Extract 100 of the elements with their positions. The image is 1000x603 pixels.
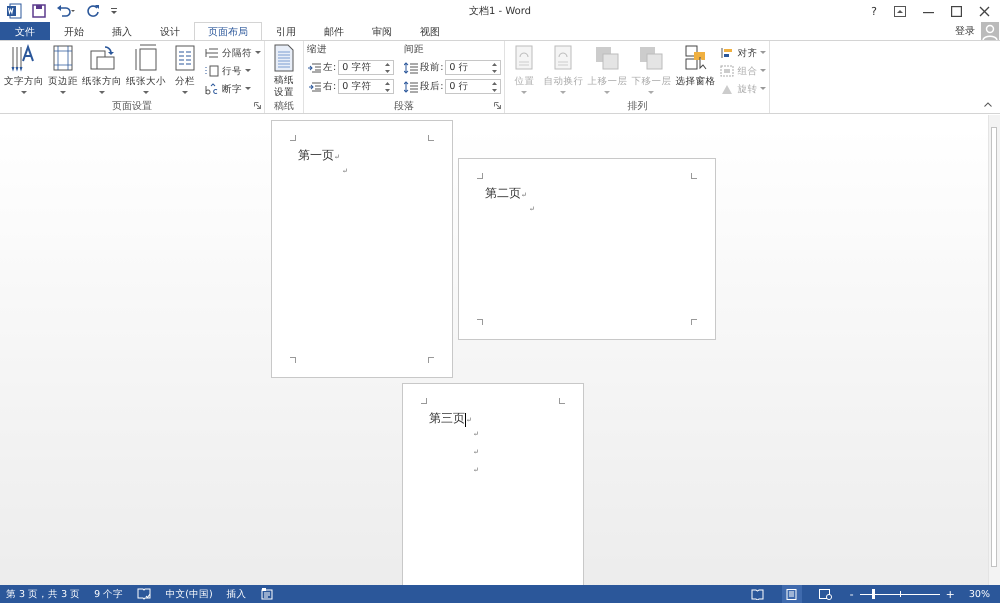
- page-text: 第二页: [485, 185, 521, 202]
- collapse-ribbon-icon[interactable]: [984, 102, 992, 107]
- group-label: 段落: [394, 100, 414, 113]
- indent-left-icon: [307, 62, 321, 72]
- caret-icon: [245, 87, 251, 91]
- caret-icon: [21, 91, 27, 95]
- zoom-level[interactable]: 30%: [968, 588, 990, 600]
- spinner-arrows-icon[interactable]: [492, 62, 498, 74]
- spin-field[interactable]: 0 行: [445, 60, 502, 75]
- spinner-arrows-icon[interactable]: [492, 80, 498, 92]
- indent-heading: 缩进: [307, 43, 328, 57]
- ribbon-tab[interactable]: 插入: [98, 22, 146, 40]
- caret-icon: [143, 91, 149, 95]
- caret-icon: [760, 51, 766, 55]
- ribbon-button[interactable]: 断字: [205, 81, 261, 97]
- spacing-before-icon: [404, 62, 418, 74]
- spinner-arrows-icon[interactable]: [385, 80, 390, 92]
- ribbon-tab[interactable]: 设计: [146, 22, 194, 40]
- crop-mark-icon: [421, 398, 427, 404]
- crop-mark-icon: [477, 319, 483, 325]
- dialog-launcher-icon[interactable]: [254, 102, 261, 109]
- ribbon-button[interactable]: 行号: [205, 63, 261, 79]
- caret-icon: [560, 91, 566, 95]
- line-numbers-icon: [205, 65, 219, 77]
- field-label: 左:: [323, 61, 336, 74]
- group-label: 稿纸: [274, 100, 294, 113]
- word-count[interactable]: 9 个字: [94, 588, 124, 600]
- undo-icon[interactable]: [56, 4, 76, 18]
- ribbon-tab[interactable]: 邮件: [310, 22, 358, 40]
- view-icon: [751, 588, 764, 600]
- close-icon[interactable]: [979, 6, 990, 16]
- ribbon-tab[interactable]: 引用: [262, 22, 310, 40]
- crop-mark-icon: [477, 173, 483, 179]
- indent-right-icon: [307, 82, 321, 92]
- group-label: 排列: [627, 100, 648, 113]
- crop-mark-icon: [428, 357, 434, 363]
- zoom-out-button[interactable]: -: [850, 588, 854, 600]
- word-logo-icon[interactable]: [6, 3, 22, 19]
- caret-icon: [760, 87, 766, 91]
- ribbon-button[interactable]: 选择窗格: [674, 43, 716, 99]
- maximize-icon[interactable]: [951, 6, 962, 16]
- help-button[interactable]: ?: [871, 4, 877, 18]
- spin-field[interactable]: 0 字符: [338, 79, 394, 94]
- crop-mark-icon: [290, 135, 296, 141]
- print-layout-button[interactable]: [782, 585, 802, 603]
- field-label: 右:: [323, 80, 336, 93]
- insert-mode[interactable]: 插入: [226, 588, 247, 600]
- caret-icon: [182, 91, 188, 95]
- ribbon-tab[interactable]: 审阅: [358, 22, 406, 40]
- ribbon-button[interactable]: 纸张大小: [125, 43, 167, 99]
- ribbon-tab[interactable]: 视图: [406, 22, 454, 40]
- caret-icon: [521, 91, 528, 95]
- ribbon-tab[interactable]: 页面布局: [194, 22, 262, 40]
- zoom-in-button[interactable]: +: [946, 588, 955, 600]
- zoom-slider[interactable]: [860, 589, 940, 599]
- field-label: 段后:: [420, 80, 444, 93]
- crop-mark-icon: [428, 135, 434, 141]
- ribbon-button[interactable]: 分隔符: [205, 45, 261, 61]
- group-label: 页面设置: [112, 100, 152, 113]
- spinner-arrows-icon[interactable]: [385, 62, 390, 74]
- sign-in-link[interactable]: 登录: [955, 22, 975, 40]
- language-indicator[interactable]: 中文(中国): [165, 588, 213, 600]
- spin-field[interactable]: 0 行: [445, 79, 502, 94]
- page-count[interactable]: 第 3 页，共 3 页: [6, 588, 80, 600]
- customize-caret-icon[interactable]: [110, 6, 118, 16]
- file-tab[interactable]: 文件: [0, 22, 50, 40]
- zoom-slider-thumb[interactable]: [872, 589, 875, 599]
- crop-mark-icon: [691, 319, 697, 325]
- caret-icon: [255, 51, 261, 55]
- align-icon: [720, 47, 734, 59]
- caret-icon: [648, 91, 654, 95]
- spacing-after-icon: [404, 80, 418, 92]
- view-icon: [819, 588, 832, 600]
- crop-mark-icon: [559, 398, 565, 404]
- ribbon-display-icon[interactable]: [894, 6, 906, 16]
- ribbon-tab[interactable]: 开始: [50, 22, 98, 40]
- caret-icon: [245, 69, 251, 73]
- vertical-scrollbar[interactable]: [988, 115, 1000, 585]
- spin-field[interactable]: 0 字符: [338, 60, 394, 75]
- macro-recording-icon[interactable]: [260, 588, 273, 600]
- redo-icon[interactable]: [86, 4, 100, 18]
- proofing-book-icon[interactable]: [137, 588, 152, 600]
- ribbon-button[interactable]: 对齐: [720, 45, 766, 61]
- dialog-launcher-icon[interactable]: [494, 102, 502, 109]
- ribbon-button[interactable]: 稿纸设置: [268, 43, 300, 99]
- rotate-icon: [720, 83, 734, 95]
- caret-icon: [60, 91, 66, 95]
- ribbon-button[interactable]: 纸张方向: [81, 43, 123, 99]
- field-label: 段前:: [420, 61, 444, 74]
- save-icon[interactable]: [32, 4, 46, 18]
- ribbon-button[interactable]: 页边距: [47, 43, 79, 99]
- crop-mark-icon: [691, 173, 697, 179]
- page-text: 第一页: [298, 147, 334, 164]
- hyphenation-icon: [205, 83, 219, 95]
- ribbon-button[interactable]: 分栏: [169, 43, 201, 99]
- ribbon-button[interactable]: 文字方向: [3, 43, 45, 99]
- caret-icon: [760, 69, 766, 73]
- page-text: 第三页: [429, 410, 465, 427]
- window-title: 文档1 - Word: [468, 4, 532, 18]
- caret-icon: [99, 91, 105, 95]
